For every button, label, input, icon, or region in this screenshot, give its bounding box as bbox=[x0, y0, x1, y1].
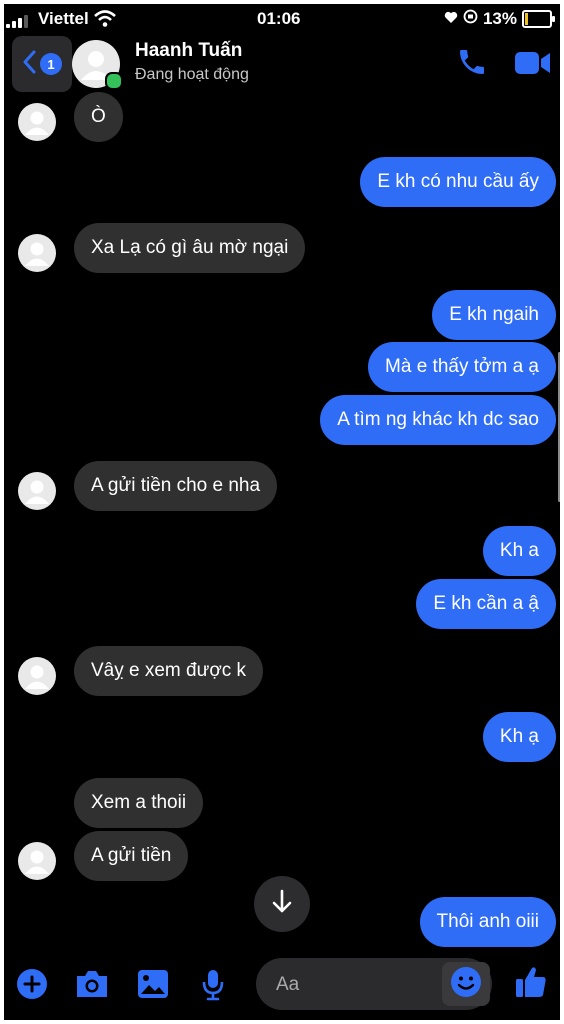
add-button[interactable] bbox=[16, 968, 48, 1005]
online-indicator bbox=[105, 72, 123, 90]
message-bubble-received[interactable]: Vâỵ e xem được k bbox=[74, 646, 264, 696]
scroll-to-bottom-button[interactable] bbox=[254, 876, 310, 932]
emoji-button[interactable] bbox=[442, 962, 490, 1006]
back-button[interactable]: 1 bbox=[12, 36, 72, 92]
contact-name[interactable]: Haanh Tuấn bbox=[135, 40, 242, 62]
video-call-button[interactable] bbox=[514, 50, 552, 81]
camera-icon bbox=[74, 971, 110, 1004]
voice-button[interactable] bbox=[200, 968, 226, 1007]
chat-header: 1 Haanh Tuấn Đang hoạt động bbox=[4, 34, 560, 94]
carrier-name: Viettel bbox=[38, 9, 89, 28]
orientation-lock-icon bbox=[463, 9, 478, 29]
message-bubble-received[interactable]: Ò bbox=[74, 92, 123, 142]
arrow-down-icon bbox=[271, 889, 293, 920]
call-button[interactable] bbox=[456, 46, 488, 83]
message-bubble-sent[interactable]: E kh ngaih bbox=[432, 290, 556, 340]
message-bubble-sent[interactable]: Mà e thấy tởm a ạ bbox=[368, 342, 556, 392]
messenger-chat-screen: Viettel 01:06 13% 1 Haanh Tuấn Đang hoạt… bbox=[4, 4, 560, 1020]
like-button[interactable] bbox=[514, 964, 548, 1005]
message-bubble-received[interactable]: A gửi tiền cho e nha bbox=[74, 461, 278, 511]
wifi-icon bbox=[94, 10, 116, 33]
sender-avatar bbox=[18, 842, 56, 880]
message-bubble-sent[interactable]: Kh ạ bbox=[482, 712, 556, 762]
chevron-left-icon bbox=[22, 50, 36, 79]
microphone-icon bbox=[200, 970, 226, 1006]
message-bubble-received[interactable]: A gửi tiền bbox=[74, 831, 189, 881]
message-bubble-received[interactable]: Xem a thoii bbox=[74, 778, 204, 828]
signal-icon bbox=[6, 14, 32, 28]
smiley-icon bbox=[450, 966, 482, 1003]
thumbs-up-icon bbox=[514, 967, 548, 1004]
message-composer bbox=[256, 958, 492, 1010]
clock: 01:06 bbox=[257, 9, 301, 28]
contact-status: Đang hoạt động bbox=[135, 66, 249, 83]
sender-avatar bbox=[18, 234, 56, 272]
image-icon bbox=[136, 970, 170, 1004]
video-camera-icon bbox=[514, 52, 552, 80]
camera-button[interactable] bbox=[74, 968, 110, 1005]
sender-avatar bbox=[18, 472, 56, 510]
message-bubble-received[interactable]: Xa Lạ có gì âu mờ ngại bbox=[74, 223, 306, 273]
status-bar: Viettel 01:06 13% bbox=[4, 4, 560, 34]
phone-icon bbox=[456, 50, 488, 82]
sender-avatar bbox=[18, 657, 56, 695]
battery-icon bbox=[522, 10, 555, 28]
status-right: 13% bbox=[444, 9, 555, 29]
message-bubble-sent[interactable]: Thôi anh oiii bbox=[419, 897, 556, 947]
unread-badge: 1 bbox=[40, 53, 62, 75]
message-input[interactable] bbox=[274, 970, 428, 1000]
battery-percent: 13% bbox=[482, 9, 517, 28]
heart-icon bbox=[444, 9, 458, 29]
plus-icon bbox=[16, 969, 48, 1004]
message-bubble-sent[interactable]: E kh cần a ậ bbox=[416, 579, 556, 629]
scrollbar[interactable] bbox=[558, 352, 560, 502]
gallery-button[interactable] bbox=[136, 968, 170, 1005]
message-bubble-sent[interactable]: E kh có nhu cầu ấy bbox=[360, 157, 556, 207]
message-bubble-sent[interactable]: Kh a bbox=[482, 526, 556, 576]
sender-avatar bbox=[18, 103, 56, 141]
message-bubble-sent[interactable]: A tìm ng khác kh dc sao bbox=[320, 395, 556, 445]
